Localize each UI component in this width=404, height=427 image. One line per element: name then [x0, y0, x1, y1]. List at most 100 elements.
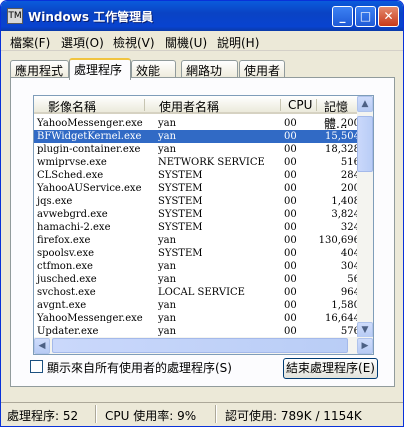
minimize-button[interactable]: _: [332, 6, 353, 27]
process-cpu: 00: [284, 235, 297, 246]
show-all-users-label[interactable]: 顯示來自所有使用者的處理程序(S): [47, 359, 232, 376]
menu-shutdown[interactable]: 關機(U): [165, 34, 207, 51]
process-user: SYSTEM: [158, 183, 203, 194]
process-row[interactable]: firefox.exe yan 00 130,696: [34, 234, 364, 247]
status-process-count: 處理程序: 52: [7, 409, 79, 423]
column-divider[interactable]: [280, 99, 281, 111]
process-row[interactable]: jqs.exe SYSTEM 00 1,408: [34, 195, 364, 208]
process-user: LOCAL SERVICE: [158, 287, 245, 298]
process-user: yan: [158, 261, 177, 272]
process-name: svchost.exe: [37, 287, 96, 298]
vertical-scrollbar[interactable]: ▲ ▼: [357, 96, 373, 338]
scroll-down-icon[interactable]: ▼: [357, 322, 373, 338]
process-cpu: 00: [284, 300, 297, 311]
status-bar: 處理程序: 52 CPU 使用率: 9% 認可使用: 789K / 1154K: [1, 402, 403, 426]
process-cpu: 00: [284, 222, 297, 233]
tab-processes[interactable]: 處理程序: [69, 58, 131, 80]
process-cpu: 00: [284, 248, 297, 259]
menu-options[interactable]: 選項(O): [61, 34, 104, 51]
status-divider: [95, 405, 97, 423]
status-divider: [215, 405, 217, 423]
process-name: hamachi-2.exe: [37, 222, 111, 233]
vertical-scroll-thumb[interactable]: [357, 116, 373, 172]
process-row[interactable]: hamachi-2.exe SYSTEM 00 324: [34, 221, 364, 234]
process-user: yan: [158, 313, 177, 324]
process-name: avwebgrd.exe: [37, 209, 108, 220]
status-cpu-usage: CPU 使用率: 9%: [105, 409, 197, 423]
process-row[interactable]: svchost.exe LOCAL SERVICE 00 964: [34, 286, 364, 299]
list-header: 影像名稱 使用者名稱 CPU 記憶體...: [34, 96, 364, 131]
process-row[interactable]: jusched.exe yan 00 56: [34, 273, 364, 286]
column-divider[interactable]: [144, 99, 145, 111]
process-user: SYSTEM: [158, 222, 203, 233]
processes-panel: 影像名稱 使用者名稱 CPU 記憶體... YahooMessenger.exe…: [10, 77, 395, 387]
maximize-button[interactable]: □: [355, 6, 376, 27]
process-row[interactable]: avwebgrd.exe SYSTEM 00 3,824: [34, 208, 364, 221]
task-manager-window: TM Windows 工作管理員 _ □ ✕ 檔案(F) 選項(O) 檢視(V)…: [0, 0, 404, 427]
process-row[interactable]: BFWidgetKernel.exe yan 00 15,504: [34, 130, 364, 143]
process-row[interactable]: YahooAUService.exe SYSTEM 00 200: [34, 182, 364, 195]
process-user: SYSTEM: [158, 170, 203, 181]
process-name: spoolsv.exe: [37, 248, 95, 259]
process-cpu: 00: [284, 118, 297, 129]
process-user: SYSTEM: [158, 248, 203, 259]
process-name: jqs.exe: [37, 196, 73, 207]
title-bar[interactable]: TM Windows 工作管理員 _ □ ✕: [1, 1, 403, 31]
scroll-up-icon[interactable]: ▲: [357, 96, 373, 112]
process-name: YahooAUService.exe: [37, 183, 142, 194]
process-user: yan: [158, 118, 177, 129]
column-cpu[interactable]: CPU: [288, 98, 312, 112]
task-manager-icon: TM: [7, 8, 23, 24]
process-row[interactable]: YahooMessenger.exe yan 00 200: [34, 117, 364, 130]
menu-help[interactable]: 說明(H): [217, 34, 259, 51]
process-name: wmiprvse.exe: [37, 157, 107, 168]
process-row[interactable]: wmiprvse.exe NETWORK SERVICE 00 516: [34, 156, 364, 169]
process-cpu: 00: [284, 170, 297, 181]
process-cpu: 00: [284, 131, 297, 142]
process-row[interactable]: CLSched.exe SYSTEM 00 284: [34, 169, 364, 182]
process-memory: 16,644: [325, 313, 360, 324]
process-row[interactable]: avgnt.exe yan 00 1,580: [34, 299, 364, 312]
process-memory: 18,328: [325, 144, 360, 155]
scroll-left-icon[interactable]: ◀: [34, 338, 50, 354]
scroll-right-icon[interactable]: ▶: [357, 338, 373, 354]
process-name: firefox.exe: [37, 235, 91, 246]
process-name: YahooMessenger.exe: [37, 313, 143, 324]
process-memory: 1,408: [331, 196, 360, 207]
menu-view[interactable]: 檢視(V): [113, 34, 155, 51]
close-button[interactable]: ✕: [378, 6, 399, 27]
process-cpu: 00: [284, 157, 297, 168]
process-user: yan: [158, 300, 177, 311]
column-divider[interactable]: [316, 99, 317, 111]
process-user: yan: [158, 144, 177, 155]
end-process-button[interactable]: 結束處理程序(E): [283, 358, 378, 379]
horizontal-scroll-thumb[interactable]: [52, 338, 348, 353]
process-user: SYSTEM: [158, 196, 203, 207]
process-row[interactable]: YahooMessenger.exe yan 00 16,644: [34, 312, 364, 325]
process-name: ctfmon.exe: [37, 261, 93, 272]
process-memory: 1,580: [331, 300, 360, 311]
horizontal-scrollbar[interactable]: ◀ ▶: [34, 337, 373, 354]
process-name: BFWidgetKernel.exe: [37, 131, 142, 142]
column-user-name[interactable]: 使用者名稱: [159, 98, 219, 115]
column-image-name[interactable]: 影像名稱: [48, 98, 96, 115]
process-row[interactable]: spoolsv.exe SYSTEM 00 404: [34, 247, 364, 260]
menu-file[interactable]: 檔案(F): [10, 34, 50, 51]
process-user: yan: [158, 274, 177, 285]
process-cpu: 00: [284, 144, 297, 155]
process-user: yan: [158, 235, 177, 246]
process-name: CLSched.exe: [37, 170, 104, 181]
process-row[interactable]: ctfmon.exe yan 00 304: [34, 260, 364, 273]
process-cpu: 00: [284, 209, 297, 220]
process-memory: 3,824: [331, 209, 360, 220]
process-row[interactable]: plugin-container.exe yan 00 18,328: [34, 143, 364, 156]
show-all-users-checkbox[interactable]: [30, 360, 43, 373]
window-title: Windows 工作管理員: [28, 10, 154, 24]
process-user: SYSTEM: [158, 209, 203, 220]
process-name: jusched.exe: [37, 274, 97, 285]
process-name: avgnt.exe: [37, 300, 87, 311]
menu-bar: 檔案(F) 選項(O) 檢視(V) 關機(U) 說明(H): [1, 31, 403, 51]
process-list[interactable]: 影像名稱 使用者名稱 CPU 記憶體... YahooMessenger.exe…: [33, 95, 374, 355]
process-cpu: 00: [284, 183, 297, 194]
process-name: YahooMessenger.exe: [37, 118, 143, 129]
